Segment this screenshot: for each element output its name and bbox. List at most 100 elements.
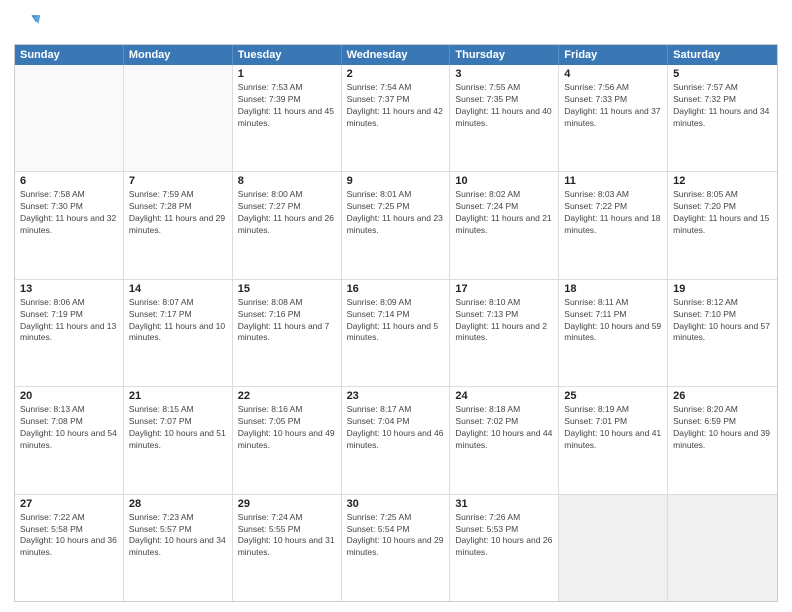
calendar-row-4: 27 Sunrise: 7:22 AM Sunset: 5:58 PM Dayli… — [15, 494, 777, 601]
day-number: 17 — [455, 283, 553, 295]
calendar-row-3: 20 Sunrise: 8:13 AM Sunset: 7:08 PM Dayli… — [15, 386, 777, 493]
calendar-cell: 15 Sunrise: 8:08 AM Sunset: 7:16 PM Dayli… — [233, 280, 342, 386]
calendar-cell: 24 Sunrise: 8:18 AM Sunset: 7:02 PM Dayli… — [450, 387, 559, 493]
day-info: Sunrise: 7:54 AM Sunset: 7:37 PM Dayligh… — [347, 82, 445, 130]
day-number: 10 — [455, 175, 553, 187]
day-of-week-friday: Friday — [559, 45, 668, 65]
day-number: 5 — [673, 68, 772, 80]
calendar-cell: 22Sunrise: 8:16 AM Sunset: 7:05 PM Dayli… — [233, 387, 342, 493]
calendar-cell: 4 Sunrise: 7:56 AM Sunset: 7:33 PM Daylig… — [559, 65, 668, 171]
calendar: SundayMondayTuesdayWednesdayThursdayFrid… — [14, 44, 778, 602]
calendar-cell — [668, 495, 777, 601]
day-info: Sunrise: 8:15 AM Sunset: 7:07 PM Dayligh… — [129, 404, 227, 452]
calendar-cell: 8 Sunrise: 8:00 AM Sunset: 7:27 PM Daylig… — [233, 172, 342, 278]
day-number: 6 — [20, 175, 118, 187]
calendar-cell: 18Sunrise: 8:11 AM Sunset: 7:11 PM Dayli… — [559, 280, 668, 386]
day-of-week-monday: Monday — [124, 45, 233, 65]
calendar-cell: 25 Sunrise: 8:19 AM Sunset: 7:01 PM Dayli… — [559, 387, 668, 493]
day-info: Sunrise: 7:23 AM Sunset: 5:57 PM Dayligh… — [129, 512, 227, 560]
day-of-week-tuesday: Tuesday — [233, 45, 342, 65]
day-number: 2 — [347, 68, 445, 80]
calendar-cell: 21 Sunrise: 8:15 AM Sunset: 7:07 PM Dayli… — [124, 387, 233, 493]
day-info: Sunrise: 8:00 AM Sunset: 7:27 PM Dayligh… — [238, 189, 336, 237]
day-number: 29 — [238, 498, 336, 510]
day-number: 23 — [347, 390, 445, 402]
day-number: 20 — [20, 390, 118, 402]
day-info: Sunrise: 8:16 AM Sunset: 7:05 PM Dayligh… — [238, 404, 336, 452]
calendar-body: 1Sunrise: 7:53 AM Sunset: 7:39 PM Daylig… — [15, 65, 777, 601]
day-info: Sunrise: 8:18 AM Sunset: 7:02 PM Dayligh… — [455, 404, 553, 452]
calendar-cell: 10 Sunrise: 8:02 AM Sunset: 7:24 PM Dayli… — [450, 172, 559, 278]
day-info: Sunrise: 8:19 AM Sunset: 7:01 PM Dayligh… — [564, 404, 662, 452]
day-info: Sunrise: 8:01 AM Sunset: 7:25 PM Dayligh… — [347, 189, 445, 237]
page-container: SundayMondayTuesdayWednesdayThursdayFrid… — [0, 0, 792, 612]
day-number: 30 — [347, 498, 445, 510]
day-number: 4 — [564, 68, 662, 80]
calendar-cell: 27 Sunrise: 7:22 AM Sunset: 5:58 PM Dayli… — [15, 495, 124, 601]
calendar-cell — [124, 65, 233, 171]
day-info: Sunrise: 8:03 AM Sunset: 7:22 PM Dayligh… — [564, 189, 662, 237]
day-info: Sunrise: 7:53 AM Sunset: 7:39 PM Dayligh… — [238, 82, 336, 130]
day-info: Sunrise: 7:26 AM Sunset: 5:53 PM Dayligh… — [455, 512, 553, 560]
day-number: 26 — [673, 390, 772, 402]
calendar-cell: 2 Sunrise: 7:54 AM Sunset: 7:37 PM Daylig… — [342, 65, 451, 171]
calendar-cell: 1Sunrise: 7:53 AM Sunset: 7:39 PM Daylig… — [233, 65, 342, 171]
page-header — [14, 10, 778, 38]
day-number: 3 — [455, 68, 553, 80]
day-info: Sunrise: 8:20 AM Sunset: 6:59 PM Dayligh… — [673, 404, 772, 452]
day-number: 24 — [455, 390, 553, 402]
calendar-cell: 12 Sunrise: 8:05 AM Sunset: 7:20 PM Dayli… — [668, 172, 777, 278]
day-number: 15 — [238, 283, 336, 295]
day-number: 21 — [129, 390, 227, 402]
calendar-cell: 5 Sunrise: 7:57 AM Sunset: 7:32 PM Daylig… — [668, 65, 777, 171]
calendar-cell: 16 Sunrise: 8:09 AM Sunset: 7:14 PM Dayli… — [342, 280, 451, 386]
day-info: Sunrise: 8:09 AM Sunset: 7:14 PM Dayligh… — [347, 297, 445, 345]
day-number: 28 — [129, 498, 227, 510]
day-number: 9 — [347, 175, 445, 187]
calendar-cell: 7Sunrise: 7:59 AM Sunset: 7:28 PM Daylig… — [124, 172, 233, 278]
calendar-cell: 28 Sunrise: 7:23 AM Sunset: 5:57 PM Dayli… — [124, 495, 233, 601]
day-number: 16 — [347, 283, 445, 295]
day-number: 19 — [673, 283, 772, 295]
calendar-cell: 29 Sunrise: 7:24 AM Sunset: 5:55 PM Dayli… — [233, 495, 342, 601]
day-info: Sunrise: 8:05 AM Sunset: 7:20 PM Dayligh… — [673, 189, 772, 237]
day-info: Sunrise: 8:08 AM Sunset: 7:16 PM Dayligh… — [238, 297, 336, 345]
calendar-cell — [559, 495, 668, 601]
day-info: Sunrise: 7:57 AM Sunset: 7:32 PM Dayligh… — [673, 82, 772, 130]
day-info: Sunrise: 7:58 AM Sunset: 7:30 PM Dayligh… — [20, 189, 118, 237]
day-info: Sunrise: 7:22 AM Sunset: 5:58 PM Dayligh… — [20, 512, 118, 560]
day-info: Sunrise: 8:02 AM Sunset: 7:24 PM Dayligh… — [455, 189, 553, 237]
day-info: Sunrise: 8:06 AM Sunset: 7:19 PM Dayligh… — [20, 297, 118, 345]
calendar-cell: 14 Sunrise: 8:07 AM Sunset: 7:17 PM Dayli… — [124, 280, 233, 386]
calendar-row-0: 1Sunrise: 7:53 AM Sunset: 7:39 PM Daylig… — [15, 65, 777, 171]
day-number: 25 — [564, 390, 662, 402]
calendar-cell — [15, 65, 124, 171]
calendar-row-1: 6 Sunrise: 7:58 AM Sunset: 7:30 PM Daylig… — [15, 171, 777, 278]
day-of-week-thursday: Thursday — [450, 45, 559, 65]
day-info: Sunrise: 8:10 AM Sunset: 7:13 PM Dayligh… — [455, 297, 553, 345]
calendar-cell: 31 Sunrise: 7:26 AM Sunset: 5:53 PM Dayli… — [450, 495, 559, 601]
day-info: Sunrise: 7:56 AM Sunset: 7:33 PM Dayligh… — [564, 82, 662, 130]
day-of-week-wednesday: Wednesday — [342, 45, 451, 65]
day-of-week-sunday: Sunday — [15, 45, 124, 65]
day-of-week-saturday: Saturday — [668, 45, 777, 65]
day-number: 31 — [455, 498, 553, 510]
day-number: 8 — [238, 175, 336, 187]
calendar-cell: 13 Sunrise: 8:06 AM Sunset: 7:19 PM Dayli… — [15, 280, 124, 386]
day-info: Sunrise: 7:24 AM Sunset: 5:55 PM Dayligh… — [238, 512, 336, 560]
day-number: 27 — [20, 498, 118, 510]
calendar-cell: 19 Sunrise: 8:12 AM Sunset: 7:10 PM Dayli… — [668, 280, 777, 386]
day-number: 12 — [673, 175, 772, 187]
day-info: Sunrise: 7:55 AM Sunset: 7:35 PM Dayligh… — [455, 82, 553, 130]
day-info: Sunrise: 7:59 AM Sunset: 7:28 PM Dayligh… — [129, 189, 227, 237]
day-info: Sunrise: 8:07 AM Sunset: 7:17 PM Dayligh… — [129, 297, 227, 345]
day-info: Sunrise: 8:13 AM Sunset: 7:08 PM Dayligh… — [20, 404, 118, 452]
day-info: Sunrise: 8:12 AM Sunset: 7:10 PM Dayligh… — [673, 297, 772, 345]
day-number: 13 — [20, 283, 118, 295]
calendar-cell: 11 Sunrise: 8:03 AM Sunset: 7:22 PM Dayli… — [559, 172, 668, 278]
calendar-cell: 30Sunrise: 7:25 AM Sunset: 5:54 PM Dayli… — [342, 495, 451, 601]
day-number: 11 — [564, 175, 662, 187]
logo-icon — [14, 10, 42, 38]
calendar-header: SundayMondayTuesdayWednesdayThursdayFrid… — [15, 45, 777, 65]
day-number: 14 — [129, 283, 227, 295]
